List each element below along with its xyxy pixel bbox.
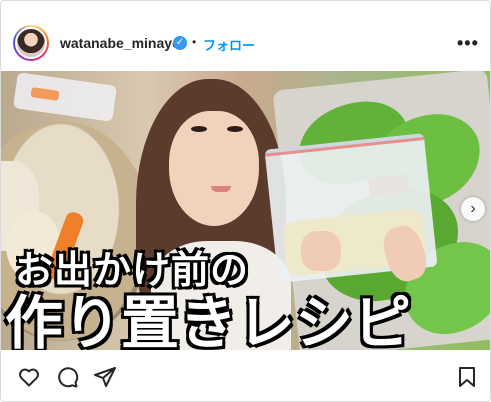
heart-icon[interactable] <box>17 365 41 389</box>
avatar[interactable] <box>13 25 49 61</box>
share-icon[interactable] <box>93 365 117 389</box>
bag-label <box>367 173 410 196</box>
follow-button[interactable]: フォロー <box>203 35 255 54</box>
post-header: watanabe_minayo ✓ • フォロー ••• <box>1 1 490 71</box>
verified-badge-icon: ✓ <box>173 36 187 50</box>
thumbnail-title-line2: 作り置きレシピ <box>5 289 412 350</box>
storage-bag <box>12 72 118 122</box>
username-link[interactable]: watanabe_minayo <box>60 35 181 51</box>
avatar-image <box>15 27 47 59</box>
more-options-button[interactable]: ••• <box>457 33 479 54</box>
mouth <box>211 186 231 192</box>
separator-dot: • <box>192 35 197 49</box>
action-bar <box>1 357 490 401</box>
eye <box>191 126 207 132</box>
post-media-image[interactable]: お出かけ前の 作り置きレシピ › <box>1 71 490 350</box>
eye <box>227 126 243 132</box>
woman-face <box>169 111 259 226</box>
bookmark-icon[interactable] <box>455 365 479 389</box>
comment-icon[interactable] <box>55 365 79 389</box>
carousel-next-button[interactable]: › <box>461 197 485 221</box>
instagram-post: watanabe_minayo ✓ • フォロー ••• お出かけ前の 作り置き… <box>0 0 491 402</box>
